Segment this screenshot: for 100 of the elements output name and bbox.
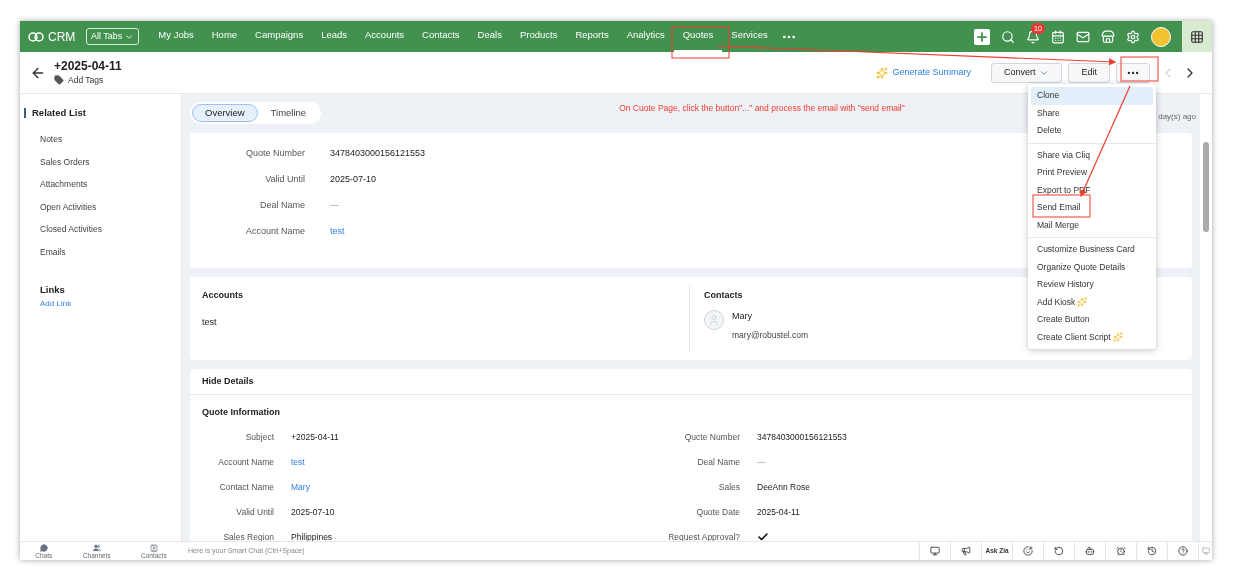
menu-item[interactable]: Mail Merge <box>1031 216 1153 234</box>
generate-summary-link[interactable]: Generate Summary <box>876 65 971 80</box>
hide-details-toggle[interactable]: Hide Details <box>190 369 1192 395</box>
menu-item[interactable]: Customize Business Card <box>1031 241 1153 259</box>
menu-item[interactable]: Delete <box>1031 122 1153 140</box>
field-value: DeeAnn Rose <box>757 480 810 494</box>
menu-item[interactable]: Create Client Script <box>1031 328 1153 346</box>
field-label: Deal Name <box>696 455 740 469</box>
all-tabs-dropdown[interactable]: All Tabs <box>86 28 140 45</box>
menu-item[interactable]: Review History <box>1031 276 1153 294</box>
mail-icon[interactable] <box>1076 29 1090 44</box>
field-value: 3478403000156121553 <box>757 430 847 444</box>
last-modified-text: day(s) ago <box>1158 111 1196 123</box>
contacts-title: Contacts <box>704 289 744 302</box>
contact-avatar <box>704 309 724 330</box>
scrollbar[interactable] <box>1200 94 1212 541</box>
nav-tab[interactable]: Leads <box>312 21 357 52</box>
add-icon[interactable] <box>974 28 990 45</box>
sidebar-item[interactable]: Emails <box>20 240 181 264</box>
sparkle-icon <box>876 66 889 79</box>
annotation-box <box>671 26 730 59</box>
avatar[interactable] <box>1151 26 1171 47</box>
field-value[interactable]: Mary <box>291 480 310 494</box>
account-name: test <box>202 315 218 329</box>
nav-tab[interactable]: Campaigns <box>246 21 313 52</box>
section-title: Quote Information <box>201 406 281 419</box>
convert-button[interactable]: Convert <box>990 62 1063 83</box>
checkmark-icon <box>757 531 769 541</box>
apps-grid-button[interactable] <box>1182 21 1212 52</box>
field-value[interactable]: test <box>330 225 345 239</box>
contact-email: mary@robustel.com <box>732 329 809 342</box>
view-tab[interactable]: Timeline <box>257 104 320 122</box>
field-value: 2025-04-11 <box>757 505 800 519</box>
contact-card-icon <box>149 543 158 552</box>
menu-item[interactable]: Share <box>1031 104 1153 122</box>
bell-icon[interactable] <box>1026 29 1040 44</box>
settings-icon[interactable] <box>1126 29 1140 44</box>
annotation-box <box>1120 56 1159 82</box>
menu-item[interactable]: Add Kiosk <box>1031 293 1153 311</box>
menu-item[interactable]: Create Button <box>1031 311 1153 329</box>
field-value: — <box>757 455 766 469</box>
sidebar-item[interactable]: Open Activities <box>20 195 181 219</box>
edit-button[interactable]: Edit <box>1068 62 1110 83</box>
add-link[interactable]: Add Link <box>20 297 181 310</box>
field-value: 2025-07-10 <box>291 505 335 519</box>
store-icon[interactable] <box>1101 29 1115 44</box>
nav-tab[interactable]: My Jobs <box>149 21 203 52</box>
menu-item-label: Share <box>1037 106 1060 120</box>
nav-tab[interactable]: Services <box>722 21 777 52</box>
menu-item-label: Add Kiosk <box>1037 295 1076 309</box>
menu-item[interactable]: Share via Cliq <box>1031 146 1153 164</box>
field-label: Qucte Number <box>683 430 740 444</box>
menu-item[interactable]: Send Email <box>1031 199 1153 217</box>
nav-tab[interactable]: Deals <box>468 21 511 52</box>
menu-item-label: Organize Quote Details <box>1037 260 1126 274</box>
view-tab[interactable]: Overview <box>192 104 258 122</box>
menu-item[interactable]: Print Preview <box>1031 164 1153 182</box>
nav-tab[interactable]: Home <box>202 21 247 52</box>
field-label: Contact Name <box>218 480 274 494</box>
chat-bubble-icon <box>39 543 48 552</box>
nav-tab[interactable]: Accounts <box>356 21 414 52</box>
links-title: Links <box>39 283 66 298</box>
menu-item-label: Review History <box>1037 278 1094 292</box>
menu-item-label: Share via Cliq <box>1037 148 1090 162</box>
field-label: Deal Name <box>258 199 305 213</box>
menu-item-label: Mail Merge <box>1037 218 1080 232</box>
menu-item-label: Clone <box>1037 89 1060 103</box>
accounts-title: Accounts <box>202 289 244 302</box>
calendar-icon[interactable] <box>1051 29 1065 44</box>
menu-item[interactable]: Clone <box>1031 87 1153 105</box>
grid-icon <box>1190 29 1204 44</box>
record-title: +2025-04-11 <box>54 58 122 74</box>
field-label: Sales Region <box>222 530 274 541</box>
field-label: Sales <box>717 480 740 494</box>
sidebar-item[interactable]: Sales Orders <box>20 150 181 174</box>
sidebar-item[interactable]: Closed Activities <box>20 218 181 241</box>
field-label: Request Approval? <box>667 530 740 541</box>
contact-name[interactable]: Mary <box>732 309 809 323</box>
menu-item-label: Delete <box>1037 124 1062 138</box>
field-value: Philippines <box>291 530 333 541</box>
menu-item-label: Print Preview <box>1037 166 1088 180</box>
field-label: Account Name <box>217 455 274 469</box>
nav-tab[interactable]: Contacts <box>413 21 469 52</box>
sidebar-item[interactable]: Notes <box>20 128 181 151</box>
field-value[interactable]: test <box>291 455 305 469</box>
sidebar-item[interactable]: Attachments <box>20 173 181 196</box>
field-label: Valid Until <box>235 505 274 519</box>
app-name: CRM <box>48 28 76 46</box>
field-label: Valid Until <box>264 173 305 187</box>
instruction-text: On Cuote Page, click the button"..." and process the email with "send email" <box>619 102 905 115</box>
field-label: Account Name <box>244 225 305 239</box>
search-icon[interactable] <box>1001 29 1015 44</box>
nav-tab[interactable]: Analytics <box>617 21 674 52</box>
menu-item[interactable]: Organize Quote Details <box>1031 258 1153 276</box>
nav-tab[interactable]: Products <box>510 21 567 52</box>
field-value: +2025-04-11 <box>291 430 339 444</box>
add-tags-button[interactable]: Add Tags <box>54 73 122 87</box>
nav-tab[interactable]: Reports <box>566 21 618 52</box>
field-value: 3478403000156121553 <box>330 147 426 161</box>
people-icon <box>92 543 101 552</box>
